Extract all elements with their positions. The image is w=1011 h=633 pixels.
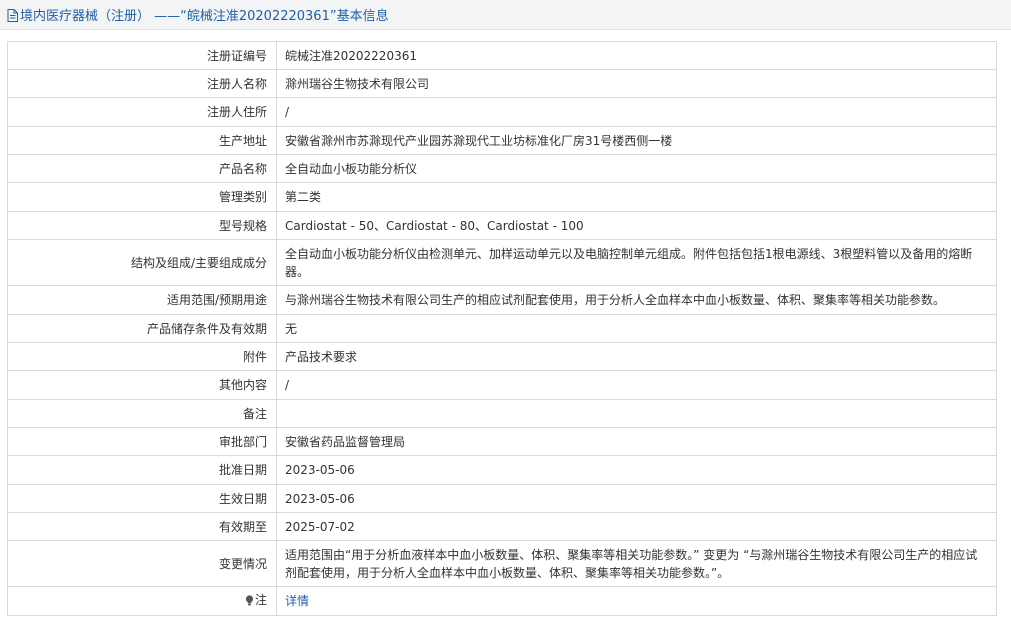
- field-value: 产品技术要求: [276, 342, 997, 371]
- table-row: 其他内容 /: [7, 370, 997, 400]
- table-row: 型号规格 Cardiostat - 50、Cardiostat - 80、Car…: [7, 211, 997, 240]
- note-label-text: 注: [254, 593, 267, 608]
- field-value: 2025-07-02: [276, 512, 997, 541]
- table-row: 审批部门 安徽省药品监督管理局: [7, 427, 997, 456]
- table-row: 注册人住所 /: [7, 97, 997, 127]
- field-label: 结构及组成/主要组成成分: [7, 239, 277, 286]
- field-value: 全自动血小板功能分析仪: [276, 154, 997, 183]
- field-label: 备注: [7, 399, 277, 428]
- note-value: 详情: [276, 586, 997, 616]
- page-title: 境内医疗器械（注册） ——“皖械注准20202220361”基本信息: [20, 9, 389, 24]
- document-icon: [7, 9, 18, 22]
- field-value: 皖械注准20202220361: [276, 41, 997, 70]
- table-row: 生效日期 2023-05-06: [7, 484, 997, 513]
- field-label: 注册人住所: [7, 97, 277, 127]
- field-label: 生产地址: [7, 126, 277, 155]
- detail-link[interactable]: 详情: [285, 594, 309, 608]
- field-value: /: [276, 97, 997, 127]
- field-value: 适用范围由“用于分析血液样本中血小板数量、体积、聚集率等相关功能参数。” 变更为…: [276, 540, 997, 587]
- field-value: 无: [276, 314, 997, 343]
- field-label: 审批部门: [7, 427, 277, 456]
- field-value: 全自动血小板功能分析仪由检测单元、加样运动单元以及电脑控制单元组成。附件包括包括…: [276, 239, 997, 286]
- table-row: 适用范围/预期用途 与滁州瑞谷生物技术有限公司生产的相应试剂配套使用，用于分析人…: [7, 285, 997, 315]
- field-label: 产品名称: [7, 154, 277, 183]
- field-label: 附件: [7, 342, 277, 371]
- field-value: /: [276, 370, 997, 400]
- field-label: 变更情况: [7, 540, 277, 587]
- table-row: 结构及组成/主要组成成分 全自动血小板功能分析仪由检测单元、加样运动单元以及电脑…: [7, 239, 997, 286]
- info-table: 注册证编号 皖械注准20202220361 注册人名称 滁州瑞谷生物技术有限公司…: [7, 41, 997, 616]
- field-value: 第二类: [276, 182, 997, 212]
- note-label: 注: [245, 591, 267, 609]
- table-row: 生产地址 安徽省滁州市苏滁现代产业园苏滁现代工业坊标准化厂房31号楼西侧一楼: [7, 126, 997, 155]
- table-row: 产品名称 全自动血小板功能分析仪: [7, 154, 997, 183]
- field-value: 安徽省滁州市苏滁现代产业园苏滁现代工业坊标准化厂房31号楼西侧一楼: [276, 126, 997, 155]
- field-label: 其他内容: [7, 370, 277, 400]
- note-label-cell: 注: [7, 586, 277, 616]
- note-row: 注 详情: [7, 586, 997, 616]
- field-label: 批准日期: [7, 455, 277, 485]
- table-row: 附件 产品技术要求: [7, 342, 997, 371]
- table-row: 管理类别 第二类: [7, 182, 997, 212]
- field-label: 注册证编号: [7, 41, 277, 70]
- field-label: 生效日期: [7, 484, 277, 513]
- field-label: 注册人名称: [7, 69, 277, 98]
- field-value: 与滁州瑞谷生物技术有限公司生产的相应试剂配套使用，用于分析人全血样本中血小板数量…: [276, 285, 997, 315]
- lightbulb-icon: [245, 595, 254, 606]
- table-row: 注册人名称 滁州瑞谷生物技术有限公司: [7, 69, 997, 98]
- table-row: 有效期至 2025-07-02: [7, 512, 997, 541]
- field-value: 2023-05-06: [276, 455, 997, 485]
- field-value: Cardiostat - 50、Cardiostat - 80、Cardiost…: [276, 211, 997, 240]
- table-row: 变更情况 适用范围由“用于分析血液样本中血小板数量、体积、聚集率等相关功能参数。…: [7, 540, 997, 587]
- page-header: 境内医疗器械（注册） ——“皖械注准20202220361”基本信息: [0, 0, 1011, 30]
- field-value: 2023-05-06: [276, 484, 997, 513]
- field-label: 型号规格: [7, 211, 277, 240]
- table-row: 批准日期 2023-05-06: [7, 455, 997, 485]
- field-label: 有效期至: [7, 512, 277, 541]
- table-row: 注册证编号 皖械注准20202220361: [7, 41, 997, 70]
- table-row: 备注: [7, 399, 997, 428]
- field-label: 适用范围/预期用途: [7, 285, 277, 315]
- field-label: 产品储存条件及有效期: [7, 314, 277, 343]
- field-value: [276, 399, 997, 428]
- info-table-container: 注册证编号 皖械注准20202220361 注册人名称 滁州瑞谷生物技术有限公司…: [7, 41, 997, 616]
- table-row: 产品储存条件及有效期 无: [7, 314, 997, 343]
- field-value: 安徽省药品监督管理局: [276, 427, 997, 456]
- field-label: 管理类别: [7, 182, 277, 212]
- field-value: 滁州瑞谷生物技术有限公司: [276, 69, 997, 98]
